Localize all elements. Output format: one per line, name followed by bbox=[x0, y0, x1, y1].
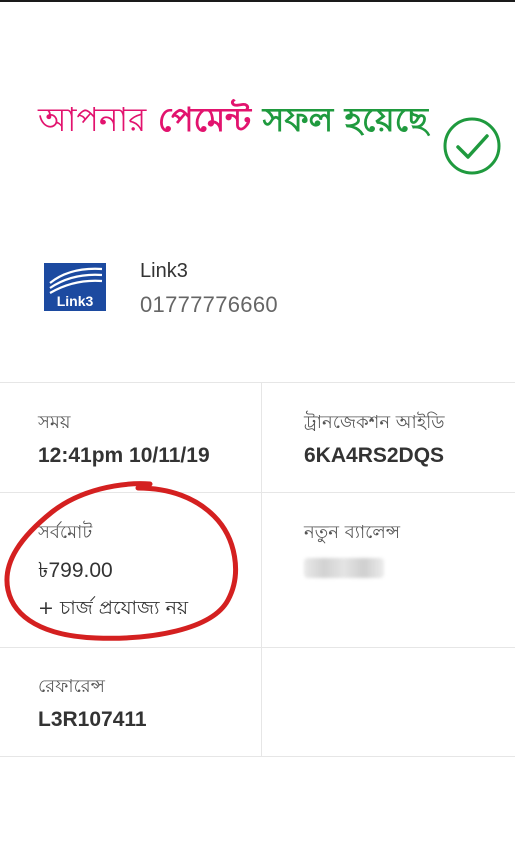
success-headline: আপনার পেমেন্ট সফল হয়েছে bbox=[38, 96, 428, 144]
charge-note: + চার্জ প্রযোজ্য নয় bbox=[38, 597, 189, 619]
trxid-label: ট্রানজেকশন আইডি bbox=[304, 412, 445, 433]
top-rule bbox=[0, 0, 515, 2]
new-balance-value-blurred bbox=[304, 558, 384, 578]
reference-value: L3R107411 bbox=[38, 708, 147, 731]
total-label: সর্বমোট bbox=[38, 522, 93, 543]
headline-word-hoyeche: হয়েছে bbox=[344, 100, 428, 139]
merchant-number: 01777776660 bbox=[140, 292, 278, 317]
divider bbox=[0, 756, 515, 757]
divider bbox=[0, 492, 515, 493]
time-label: সময় bbox=[38, 412, 71, 433]
divider bbox=[0, 382, 515, 383]
headline-word-apnar: আপনার bbox=[38, 100, 147, 139]
total-value: ৳799.00 bbox=[38, 559, 113, 582]
new-balance-label: নতুন ব্যালেন্স bbox=[304, 522, 400, 543]
link3-logo-text: Link3 bbox=[57, 293, 94, 309]
column-divider bbox=[261, 382, 262, 756]
headline-word-sofol: সফল bbox=[262, 100, 334, 139]
headline-word-payment: পেমেন্ট bbox=[157, 100, 252, 139]
time-value: 12:41pm 10/11/19 bbox=[38, 444, 210, 467]
link3-logo: Link3 bbox=[44, 263, 106, 311]
trxid-value: 6KA4RS2DQS bbox=[304, 444, 445, 467]
merchant-name: Link3 bbox=[140, 260, 188, 282]
reference-label: রেফারেন্স bbox=[38, 676, 105, 697]
divider bbox=[0, 647, 515, 648]
check-circle-icon bbox=[443, 117, 501, 175]
